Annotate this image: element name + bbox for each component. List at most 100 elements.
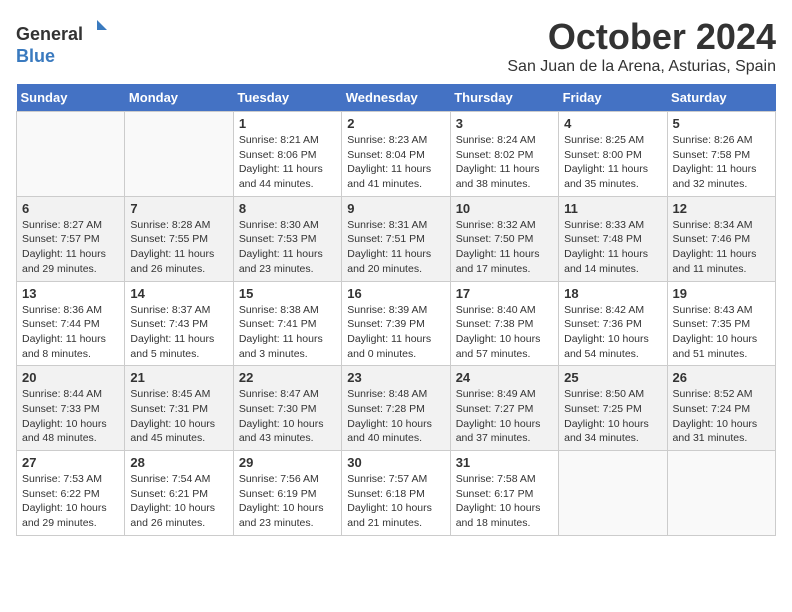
day-number: 12 [673, 201, 770, 216]
day-detail: Sunrise: 8:34 AMSunset: 7:46 PMDaylight:… [673, 218, 770, 277]
column-header-wednesday: Wednesday [342, 84, 450, 112]
calendar-cell [125, 112, 233, 197]
logo: General Blue [16, 16, 109, 67]
calendar-cell: 5 Sunrise: 8:26 AMSunset: 7:58 PMDaylight… [667, 112, 775, 197]
calendar-cell: 23Sunrise: 8:48 AMSunset: 7:28 PMDayligh… [342, 366, 450, 451]
calendar-week-1: 1 Sunrise: 8:21 AMSunset: 8:06 PMDaylight… [17, 112, 776, 197]
day-number: 14 [130, 286, 227, 301]
logo-general-text: General [16, 24, 83, 44]
day-number: 1 [239, 116, 336, 131]
location-subtitle: San Juan de la Arena, Asturias, Spain [507, 58, 776, 76]
calendar-week-4: 20Sunrise: 8:44 AMSunset: 7:33 PMDayligh… [17, 366, 776, 451]
day-detail: Sunrise: 8:49 AMSunset: 7:27 PMDaylight:… [456, 387, 553, 446]
calendar-cell: 31 Sunrise: 7:58 AMSunset: 6:17 PMDayligh… [450, 451, 558, 536]
day-detail: Sunrise: 8:36 AMSunset: 7:44 PMDaylight:… [22, 303, 119, 362]
calendar-cell: 28Sunrise: 7:54 AMSunset: 6:21 PMDayligh… [125, 451, 233, 536]
day-number: 20 [22, 370, 119, 385]
calendar-cell: 18 Sunrise: 8:42 AMSunset: 7:36 PMDayligh… [559, 281, 667, 366]
day-detail: Sunrise: 8:40 AMSunset: 7:38 PMDaylight:… [456, 303, 553, 362]
day-detail: Sunrise: 8:39 AMSunset: 7:39 PMDaylight:… [347, 303, 444, 362]
calendar-cell [667, 451, 775, 536]
day-detail: Sunrise: 7:56 AMSunset: 6:19 PMDaylight:… [239, 472, 336, 531]
day-number: 16 [347, 286, 444, 301]
calendar-cell: 20Sunrise: 8:44 AMSunset: 7:33 PMDayligh… [17, 366, 125, 451]
column-header-friday: Friday [559, 84, 667, 112]
calendar-cell: 30 Sunrise: 7:57 AMSunset: 6:18 PMDayligh… [342, 451, 450, 536]
day-detail: Sunrise: 8:32 AMSunset: 7:50 PMDaylight:… [456, 218, 553, 277]
day-detail: Sunrise: 7:57 AMSunset: 6:18 PMDaylight:… [347, 472, 444, 531]
day-detail: Sunrise: 8:28 AMSunset: 7:55 PMDaylight:… [130, 218, 227, 277]
column-header-saturday: Saturday [667, 84, 775, 112]
day-detail: Sunrise: 8:43 AMSunset: 7:35 PMDaylight:… [673, 303, 770, 362]
calendar-cell: 24 Sunrise: 8:49 AMSunset: 7:27 PMDayligh… [450, 366, 558, 451]
calendar-header-row: SundayMondayTuesdayWednesdayThursdayFrid… [17, 84, 776, 112]
day-detail: Sunrise: 8:27 AMSunset: 7:57 PMDaylight:… [22, 218, 119, 277]
calendar-cell: 7 Sunrise: 8:28 AMSunset: 7:55 PMDaylight… [125, 196, 233, 281]
day-number: 3 [456, 116, 553, 131]
calendar-cell: 6Sunrise: 8:27 AMSunset: 7:57 PMDaylight… [17, 196, 125, 281]
day-detail: Sunrise: 8:42 AMSunset: 7:36 PMDaylight:… [564, 303, 661, 362]
day-number: 7 [130, 201, 227, 216]
calendar-cell: 26 Sunrise: 8:52 AMSunset: 7:24 PMDayligh… [667, 366, 775, 451]
calendar-cell: 15 Sunrise: 8:38 AMSunset: 7:41 PMDayligh… [233, 281, 341, 366]
column-header-monday: Monday [125, 84, 233, 112]
month-title: October 2024 [507, 16, 776, 58]
day-number: 30 [347, 455, 444, 470]
day-number: 26 [673, 370, 770, 385]
day-detail: Sunrise: 8:23 AMSunset: 8:04 PMDaylight:… [347, 133, 444, 192]
day-detail: Sunrise: 8:25 AMSunset: 8:00 PMDaylight:… [564, 133, 661, 192]
day-detail: Sunrise: 7:58 AMSunset: 6:17 PMDaylight:… [456, 472, 553, 531]
day-number: 24 [456, 370, 553, 385]
calendar-cell: 11Sunrise: 8:33 AMSunset: 7:48 PMDayligh… [559, 196, 667, 281]
day-detail: Sunrise: 8:50 AMSunset: 7:25 PMDaylight:… [564, 387, 661, 446]
title-block: October 2024 San Juan de la Arena, Astur… [507, 16, 776, 76]
column-header-sunday: Sunday [17, 84, 125, 112]
day-detail: Sunrise: 8:26 AMSunset: 7:58 PMDaylight:… [673, 133, 770, 192]
calendar-cell: 2Sunrise: 8:23 AMSunset: 8:04 PMDaylight… [342, 112, 450, 197]
page-header: General Blue October 2024 San Juan de la… [16, 16, 776, 76]
calendar-cell: 29 Sunrise: 7:56 AMSunset: 6:19 PMDayligh… [233, 451, 341, 536]
day-detail: Sunrise: 8:47 AMSunset: 7:30 PMDaylight:… [239, 387, 336, 446]
logo-icon [85, 16, 109, 40]
calendar-table: SundayMondayTuesdayWednesdayThursdayFrid… [16, 84, 776, 536]
day-number: 25 [564, 370, 661, 385]
calendar-cell: 4Sunrise: 8:25 AMSunset: 8:00 PMDaylight… [559, 112, 667, 197]
calendar-cell: 21 Sunrise: 8:45 AMSunset: 7:31 PMDayligh… [125, 366, 233, 451]
day-detail: Sunrise: 8:37 AMSunset: 7:43 PMDaylight:… [130, 303, 227, 362]
day-number: 23 [347, 370, 444, 385]
day-number: 17 [456, 286, 553, 301]
day-detail: Sunrise: 7:53 AMSunset: 6:22 PMDaylight:… [22, 472, 119, 531]
calendar-cell: 9Sunrise: 8:31 AMSunset: 7:51 PMDaylight… [342, 196, 450, 281]
calendar-cell: 22Sunrise: 8:47 AMSunset: 7:30 PMDayligh… [233, 366, 341, 451]
calendar-cell [559, 451, 667, 536]
calendar-cell: 1 Sunrise: 8:21 AMSunset: 8:06 PMDaylight… [233, 112, 341, 197]
day-detail: Sunrise: 8:52 AMSunset: 7:24 PMDaylight:… [673, 387, 770, 446]
day-number: 29 [239, 455, 336, 470]
day-detail: Sunrise: 8:30 AMSunset: 7:53 PMDaylight:… [239, 218, 336, 277]
day-number: 5 [673, 116, 770, 131]
calendar-cell: 16 Sunrise: 8:39 AMSunset: 7:39 PMDayligh… [342, 281, 450, 366]
day-detail: Sunrise: 8:31 AMSunset: 7:51 PMDaylight:… [347, 218, 444, 277]
calendar-cell: 17 Sunrise: 8:40 AMSunset: 7:38 PMDayligh… [450, 281, 558, 366]
day-number: 28 [130, 455, 227, 470]
day-number: 31 [456, 455, 553, 470]
calendar-cell: 12 Sunrise: 8:34 AMSunset: 7:46 PMDayligh… [667, 196, 775, 281]
day-number: 18 [564, 286, 661, 301]
calendar-cell: 19 Sunrise: 8:43 AMSunset: 7:35 PMDayligh… [667, 281, 775, 366]
day-number: 19 [673, 286, 770, 301]
logo-blue-text: Blue [16, 46, 55, 66]
day-detail: Sunrise: 8:38 AMSunset: 7:41 PMDaylight:… [239, 303, 336, 362]
day-detail: Sunrise: 8:21 AMSunset: 8:06 PMDaylight:… [239, 133, 336, 192]
calendar-cell: 8 Sunrise: 8:30 AMSunset: 7:53 PMDaylight… [233, 196, 341, 281]
day-number: 21 [130, 370, 227, 385]
calendar-week-5: 27 Sunrise: 7:53 AMSunset: 6:22 PMDayligh… [17, 451, 776, 536]
calendar-cell: 14 Sunrise: 8:37 AMSunset: 7:43 PMDayligh… [125, 281, 233, 366]
day-detail: Sunrise: 8:24 AMSunset: 8:02 PMDaylight:… [456, 133, 553, 192]
calendar-cell: 27 Sunrise: 7:53 AMSunset: 6:22 PMDayligh… [17, 451, 125, 536]
day-number: 15 [239, 286, 336, 301]
day-number: 8 [239, 201, 336, 216]
day-detail: Sunrise: 8:33 AMSunset: 7:48 PMDaylight:… [564, 218, 661, 277]
day-number: 27 [22, 455, 119, 470]
day-detail: Sunrise: 8:45 AMSunset: 7:31 PMDaylight:… [130, 387, 227, 446]
column-header-thursday: Thursday [450, 84, 558, 112]
